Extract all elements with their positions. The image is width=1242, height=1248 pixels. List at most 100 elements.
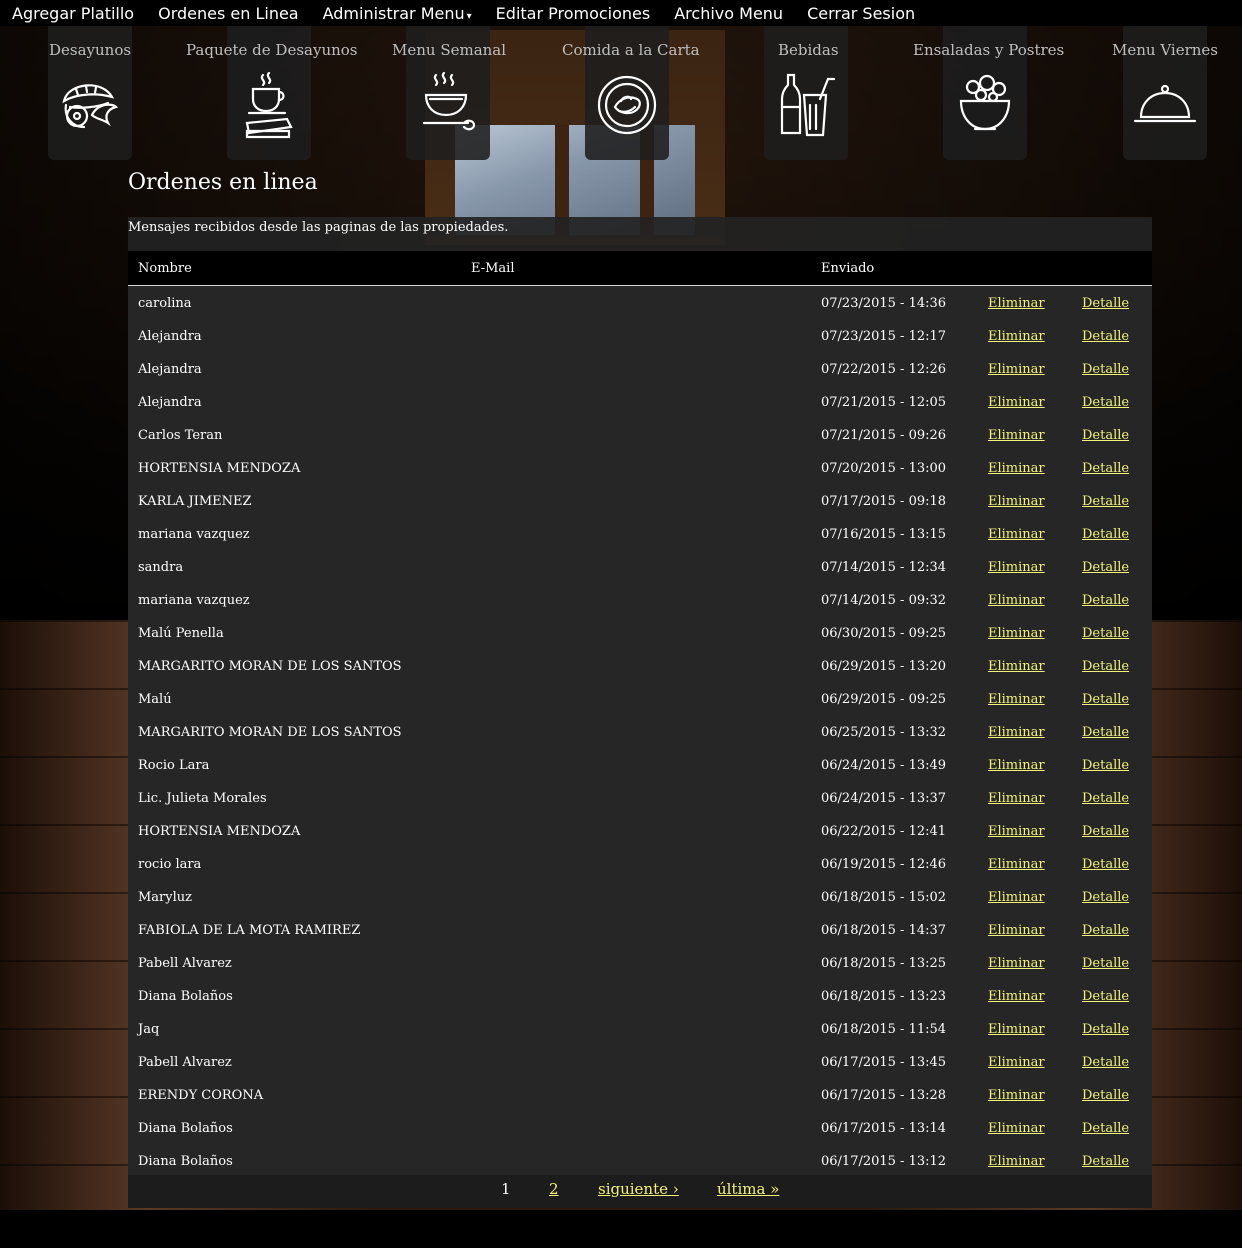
nav-agregar-platillo[interactable]: Agregar Platillo bbox=[12, 4, 134, 23]
cell-nombre: Pabell Alvarez bbox=[138, 956, 232, 971]
eliminar-link[interactable]: Eliminar bbox=[988, 461, 1045, 476]
table-row: Malú Penella 06/30/2015 - 09:25 Eliminar De… bbox=[128, 616, 1152, 649]
admin-top-nav: Agregar Platillo Ordenes en Linea Admini… bbox=[0, 0, 1242, 26]
eliminar-link[interactable]: Eliminar bbox=[988, 428, 1045, 443]
nav-cerrar-sesion[interactable]: Cerrar Sesion bbox=[807, 4, 915, 23]
table-row: Alejandra 07/23/2015 - 12:17 Eliminar Detal… bbox=[128, 319, 1152, 352]
pager-page-2[interactable]: 2 bbox=[549, 1180, 559, 1198]
detalle-link[interactable]: Detalle bbox=[1082, 1121, 1129, 1136]
cell-enviado: 06/17/2015 - 13:14 bbox=[821, 1121, 947, 1136]
eliminar-link[interactable]: Eliminar bbox=[988, 956, 1045, 971]
cell-enviado: 06/18/2015 - 13:23 bbox=[821, 989, 947, 1004]
detalle-link[interactable]: Detalle bbox=[1082, 329, 1129, 344]
eliminar-link[interactable]: Eliminar bbox=[988, 989, 1045, 1004]
cell-nombre: rocio lara bbox=[138, 857, 202, 872]
detalle-link[interactable]: Detalle bbox=[1082, 890, 1129, 905]
pager-last[interactable]: última » bbox=[717, 1180, 779, 1198]
cell-nombre: Pabell Alvarez bbox=[138, 1055, 232, 1070]
cell-nombre: FABIOLA DE LA MOTA RAMIREZ bbox=[138, 923, 361, 938]
pager-next[interactable]: siguiente › bbox=[598, 1180, 679, 1198]
eliminar-link[interactable]: Eliminar bbox=[988, 1121, 1045, 1136]
table-row: Diana Bolaños 06/18/2015 - 13:23 Eliminar D… bbox=[128, 979, 1152, 1012]
cell-enviado: 07/21/2015 - 09:26 bbox=[821, 428, 947, 443]
category-label: Desayunos bbox=[49, 41, 132, 59]
cell-nombre: Diana Bolaños bbox=[138, 1121, 233, 1136]
category-label: Menu Semanal bbox=[392, 41, 507, 59]
detalle-link[interactable]: Detalle bbox=[1082, 692, 1129, 707]
detalle-link[interactable]: Detalle bbox=[1082, 758, 1129, 773]
detalle-link[interactable]: Detalle bbox=[1082, 461, 1129, 476]
detalle-link[interactable]: Detalle bbox=[1082, 824, 1129, 839]
eliminar-link[interactable]: Eliminar bbox=[988, 923, 1045, 938]
eliminar-link[interactable]: Eliminar bbox=[988, 494, 1045, 509]
eliminar-link[interactable]: Eliminar bbox=[988, 890, 1045, 905]
table-row: MARGARITO MORAN DE LOS SANTOS 06/25/2015 … bbox=[128, 715, 1152, 748]
nav-editar-promociones[interactable]: Editar Promociones bbox=[496, 4, 651, 23]
nav-archivo-menu[interactable]: Archivo Menu bbox=[674, 4, 783, 23]
table-body: carolina 07/23/2015 - 14:36 Eliminar Detall… bbox=[128, 286, 1152, 1177]
eliminar-link[interactable]: Eliminar bbox=[988, 593, 1045, 608]
cell-nombre: Diana Bolaños bbox=[138, 989, 233, 1004]
cell-nombre: mariana vazquez bbox=[138, 527, 250, 542]
eliminar-link[interactable]: Eliminar bbox=[988, 1154, 1045, 1169]
cell-enviado: 06/29/2015 - 09:25 bbox=[821, 692, 947, 707]
detalle-link[interactable]: Detalle bbox=[1082, 362, 1129, 377]
detalle-link[interactable]: Detalle bbox=[1082, 989, 1129, 1004]
eliminar-link[interactable]: Eliminar bbox=[988, 1022, 1045, 1037]
detalle-link[interactable]: Detalle bbox=[1082, 560, 1129, 575]
eliminar-link[interactable]: Eliminar bbox=[988, 1088, 1045, 1103]
column-header-nombre[interactable]: Nombre bbox=[138, 261, 192, 276]
eliminar-link[interactable]: Eliminar bbox=[988, 791, 1045, 806]
detalle-link[interactable]: Detalle bbox=[1082, 593, 1129, 608]
table-row: KARLA JIMENEZ 07/17/2015 - 09:18 Eliminar D… bbox=[128, 484, 1152, 517]
table-row: HORTENSIA MENDOZA 07/20/2015 - 13:00 Elimi… bbox=[128, 451, 1152, 484]
detalle-link[interactable]: Detalle bbox=[1082, 956, 1129, 971]
detalle-link[interactable]: Detalle bbox=[1082, 626, 1129, 641]
table-row: HORTENSIA MENDOZA 06/22/2015 - 12:41 Elimi… bbox=[128, 814, 1152, 847]
eliminar-link[interactable]: Eliminar bbox=[988, 362, 1045, 377]
eliminar-link[interactable]: Eliminar bbox=[988, 692, 1045, 707]
detalle-link[interactable]: Detalle bbox=[1082, 494, 1129, 509]
cell-nombre: sandra bbox=[138, 560, 184, 575]
detalle-link[interactable]: Detalle bbox=[1082, 1088, 1129, 1103]
eliminar-link[interactable]: Eliminar bbox=[988, 626, 1045, 641]
detalle-link[interactable]: Detalle bbox=[1082, 725, 1129, 740]
eliminar-link[interactable]: Eliminar bbox=[988, 395, 1045, 410]
detalle-link[interactable]: Detalle bbox=[1082, 1055, 1129, 1070]
detalle-link[interactable]: Detalle bbox=[1082, 857, 1129, 872]
detalle-link[interactable]: Detalle bbox=[1082, 791, 1129, 806]
detalle-link[interactable]: Detalle bbox=[1082, 1022, 1129, 1037]
table-header: Nombre E-Mail Enviado bbox=[128, 251, 1152, 286]
eliminar-link[interactable]: Eliminar bbox=[988, 329, 1045, 344]
nav-administrar-menu[interactable]: Administrar Menu ▾ bbox=[323, 4, 472, 23]
nav-ordenes-en-linea[interactable]: Ordenes en Linea bbox=[158, 4, 299, 23]
detalle-link[interactable]: Detalle bbox=[1082, 296, 1129, 311]
eliminar-link[interactable]: Eliminar bbox=[988, 1055, 1045, 1070]
eliminar-link[interactable]: Eliminar bbox=[988, 725, 1045, 740]
eliminar-link[interactable]: Eliminar bbox=[988, 857, 1045, 872]
table-row: Lic. Julieta Morales 06/24/2015 - 13:37 El… bbox=[128, 781, 1152, 814]
eliminar-link[interactable]: Eliminar bbox=[988, 659, 1045, 674]
eliminar-link[interactable]: Eliminar bbox=[988, 824, 1045, 839]
category-label: Menu Viernes bbox=[1112, 41, 1218, 59]
table-row: mariana vazquez 07/16/2015 - 13:15 Elimina… bbox=[128, 517, 1152, 550]
column-header-email[interactable]: E-Mail bbox=[471, 261, 515, 276]
detalle-link[interactable]: Detalle bbox=[1082, 527, 1129, 542]
detalle-link[interactable]: Detalle bbox=[1082, 1154, 1129, 1169]
table-row: MARGARITO MORAN DE LOS SANTOS 06/29/2015 … bbox=[128, 649, 1152, 682]
eliminar-link[interactable]: Eliminar bbox=[988, 527, 1045, 542]
column-header-enviado[interactable]: Enviado bbox=[821, 261, 874, 276]
cell-enviado: 07/14/2015 - 09:32 bbox=[821, 593, 947, 608]
eliminar-link[interactable]: Eliminar bbox=[988, 560, 1045, 575]
cell-enviado: 06/18/2015 - 11:54 bbox=[821, 1022, 947, 1037]
detalle-link[interactable]: Detalle bbox=[1082, 428, 1129, 443]
detalle-link[interactable]: Detalle bbox=[1082, 659, 1129, 674]
cell-enviado: 07/17/2015 - 09:18 bbox=[821, 494, 947, 509]
detalle-link[interactable]: Detalle bbox=[1082, 395, 1129, 410]
detalle-link[interactable]: Detalle bbox=[1082, 923, 1129, 938]
cell-enviado: 06/18/2015 - 14:37 bbox=[821, 923, 947, 938]
category-label: Ensaladas y Postres bbox=[913, 41, 1065, 59]
eliminar-link[interactable]: Eliminar bbox=[988, 758, 1045, 773]
cell-nombre: Maryluz bbox=[138, 890, 192, 905]
eliminar-link[interactable]: Eliminar bbox=[988, 296, 1045, 311]
